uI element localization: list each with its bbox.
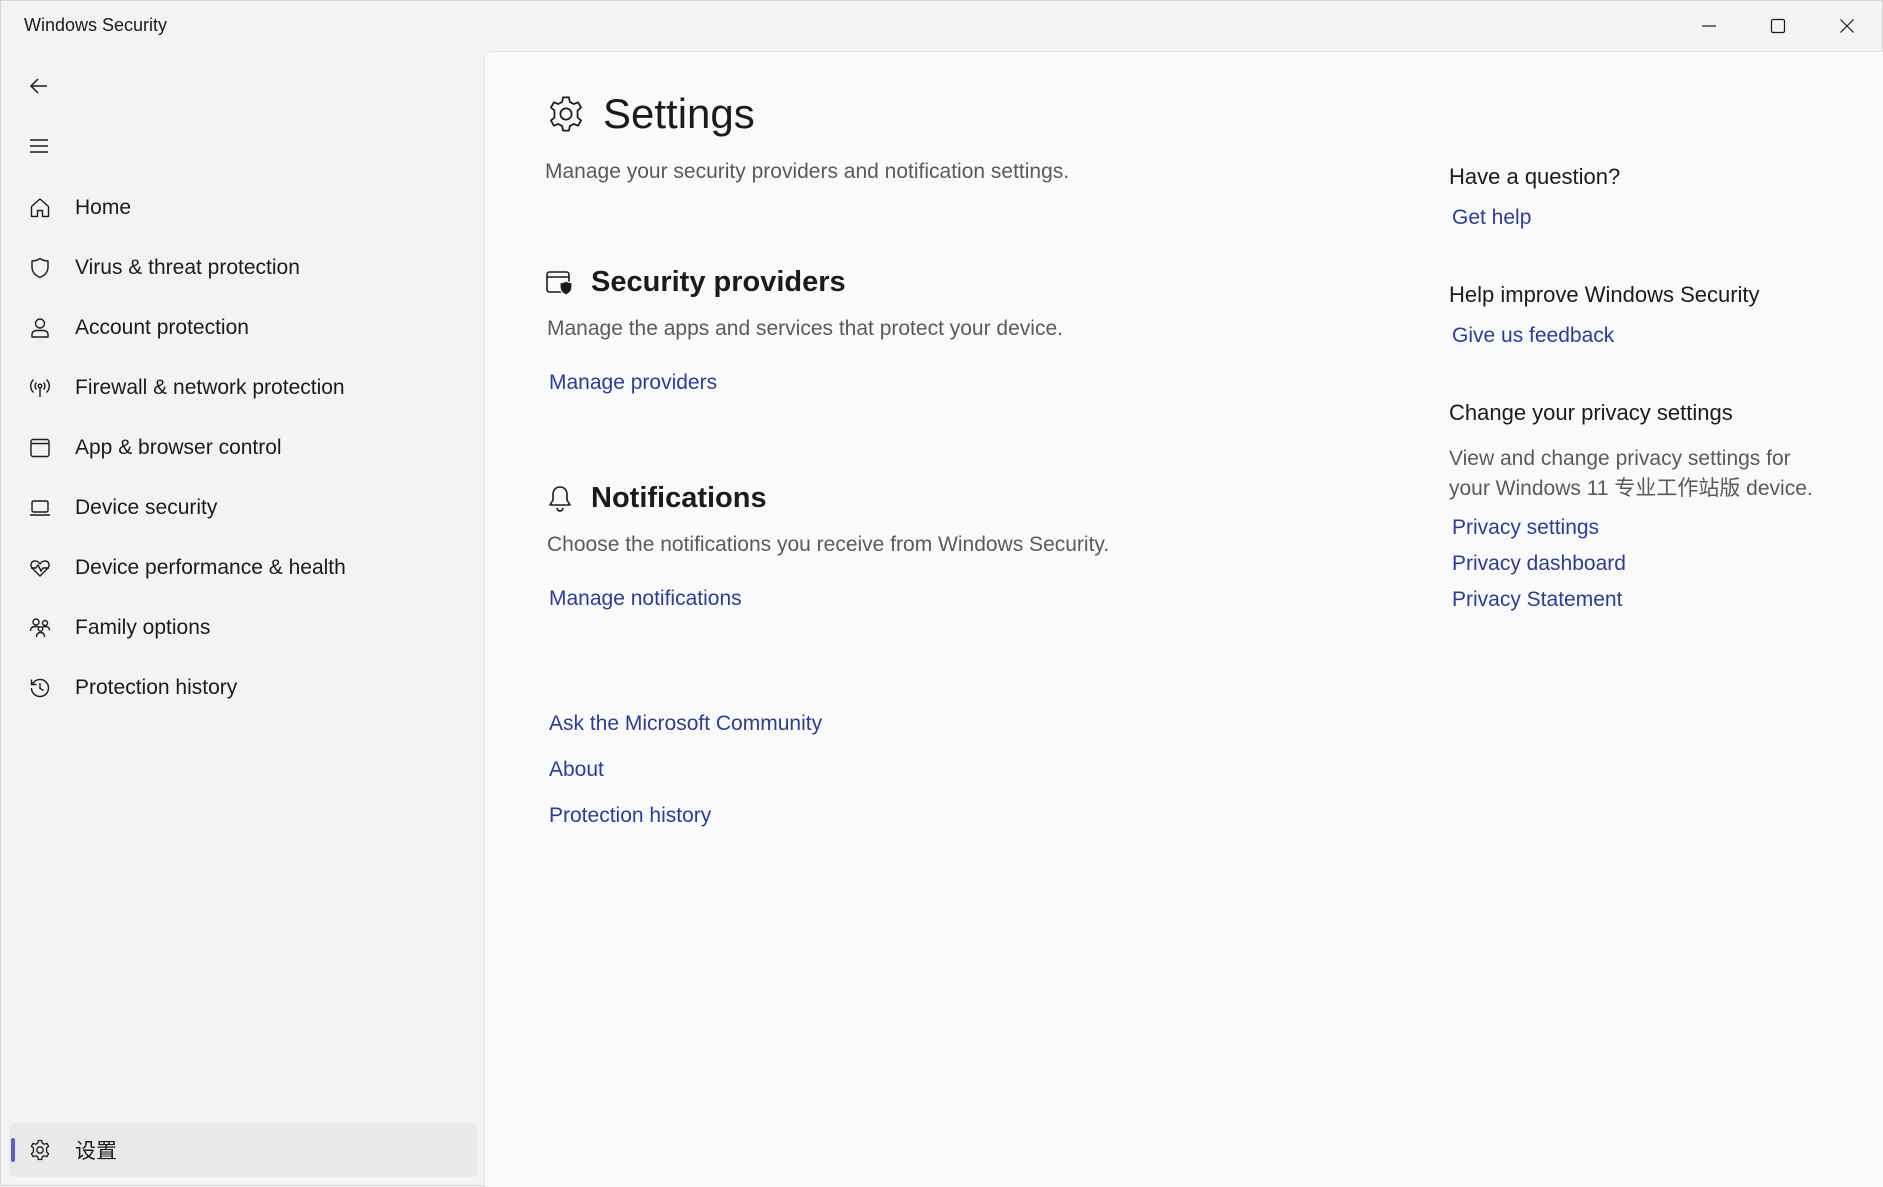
get-help-link[interactable]: Get help bbox=[1452, 206, 1829, 230]
question-block: Have a question? Get help bbox=[1449, 164, 1829, 230]
antenna-icon bbox=[27, 375, 53, 401]
minimize-icon bbox=[1701, 25, 1716, 27]
manage-providers-link[interactable]: Manage providers bbox=[549, 371, 717, 395]
sidebar-item-device-security[interactable]: Device security bbox=[1, 478, 484, 538]
bottom-links: Ask the Microsoft Community About Protec… bbox=[549, 712, 822, 850]
sidebar-item-account-protection[interactable]: Account protection bbox=[1, 298, 484, 358]
section-description: Choose the notifications you receive fro… bbox=[547, 533, 1110, 556]
manage-notifications-link[interactable]: Manage notifications bbox=[549, 587, 742, 611]
sidebar-item-label: 设置 bbox=[75, 1140, 117, 1163]
bell-icon bbox=[549, 485, 571, 512]
security-providers-icon bbox=[546, 270, 573, 296]
privacy-settings-link[interactable]: Privacy settings bbox=[1452, 516, 1829, 540]
sidebar-item-label: Virus & threat protection bbox=[75, 256, 300, 279]
gear-icon bbox=[27, 1137, 53, 1163]
section-title: Security providers bbox=[591, 266, 846, 298]
sidebar-item-virus-threat-protection[interactable]: Virus & threat protection bbox=[1, 238, 484, 298]
back-button[interactable] bbox=[19, 66, 59, 106]
sidebar: Home Virus & threat protection Account p… bbox=[1, 51, 484, 1187]
security-providers-section: Security providers Manage the apps and s… bbox=[545, 266, 1063, 395]
page-header: Settings bbox=[545, 90, 755, 138]
window-title: Windows Security bbox=[24, 15, 168, 35]
sidebar-item-label: Family options bbox=[75, 616, 211, 639]
family-icon bbox=[27, 615, 53, 641]
hamburger-icon bbox=[30, 139, 48, 153]
privacy-dashboard-link[interactable]: Privacy dashboard bbox=[1452, 552, 1829, 576]
laptop-icon bbox=[27, 495, 53, 521]
aside-heading: Change your privacy settings bbox=[1449, 400, 1733, 425]
sidebar-item-label: Firewall & network protection bbox=[75, 376, 345, 399]
sidebar-item-label: Device performance & health bbox=[75, 556, 346, 579]
sidebar-item-device-performance-health[interactable]: Device performance & health bbox=[1, 538, 484, 598]
sidebar-item-family-options[interactable]: Family options bbox=[1, 598, 484, 658]
sidebar-item-settings[interactable]: 设置 bbox=[9, 1123, 477, 1177]
privacy-description: View and change privacy settings for you… bbox=[1449, 447, 1813, 500]
page-title: Settings bbox=[603, 90, 755, 137]
title-bar: Windows Security bbox=[1, 1, 1883, 51]
sidebar-item-label: Account protection bbox=[75, 316, 249, 339]
maximize-icon bbox=[1770, 18, 1785, 34]
section-description: Manage the apps and services that protec… bbox=[547, 317, 1063, 340]
nav-list: Home Virus & threat protection Account p… bbox=[1, 178, 484, 718]
section-header: Security providers bbox=[545, 266, 1063, 299]
home-icon bbox=[27, 195, 53, 221]
browser-window-icon bbox=[27, 435, 53, 461]
gear-icon bbox=[550, 96, 582, 132]
person-icon bbox=[27, 315, 53, 341]
maximize-button[interactable] bbox=[1743, 1, 1812, 51]
hamburger-menu-button[interactable] bbox=[19, 126, 59, 166]
minimize-button[interactable] bbox=[1674, 1, 1743, 51]
give-feedback-link[interactable]: Give us feedback bbox=[1452, 324, 1829, 348]
section-header: Notifications bbox=[545, 482, 1109, 515]
page-subtitle: Manage your security providers and notif… bbox=[545, 160, 1070, 183]
improve-block: Help improve Windows Security Give us fe… bbox=[1449, 282, 1829, 348]
sidebar-item-label: Home bbox=[75, 196, 132, 219]
about-link[interactable]: About bbox=[549, 758, 822, 782]
privacy-block: Change your privacy settings View and ch… bbox=[1449, 400, 1829, 612]
sidebar-item-app-browser-control[interactable]: App & browser control bbox=[1, 418, 484, 478]
privacy-statement-link[interactable]: Privacy Statement bbox=[1452, 588, 1829, 612]
app-window: Windows Security Home Virus & threat pro… bbox=[0, 0, 1883, 1187]
aside-heading: Have a question? bbox=[1449, 164, 1621, 189]
close-button[interactable] bbox=[1812, 1, 1881, 51]
main-content: Settings Manage your security providers … bbox=[484, 51, 1883, 1187]
sidebar-item-label: Protection history bbox=[75, 676, 238, 699]
help-aside: Have a question? Get help Help improve W… bbox=[1449, 164, 1829, 664]
ask-community-link[interactable]: Ask the Microsoft Community bbox=[549, 712, 822, 736]
history-icon bbox=[27, 675, 53, 701]
sidebar-item-firewall-network-protection[interactable]: Firewall & network protection bbox=[1, 358, 484, 418]
shield-icon bbox=[27, 255, 53, 281]
sidebar-item-label: App & browser control bbox=[75, 436, 282, 459]
section-title: Notifications bbox=[591, 482, 767, 514]
aside-heading: Help improve Windows Security bbox=[1449, 282, 1760, 307]
close-icon bbox=[1839, 19, 1854, 33]
sidebar-item-label: Device security bbox=[75, 496, 218, 519]
back-arrow-icon bbox=[29, 78, 47, 94]
heart-pulse-icon bbox=[27, 555, 53, 581]
protection-history-link[interactable]: Protection history bbox=[549, 804, 822, 828]
sidebar-item-home[interactable]: Home bbox=[1, 178, 484, 238]
sidebar-item-protection-history[interactable]: Protection history bbox=[1, 658, 484, 718]
notifications-section: Notifications Choose the notifications y… bbox=[545, 482, 1109, 611]
selection-indicator bbox=[11, 1138, 15, 1162]
